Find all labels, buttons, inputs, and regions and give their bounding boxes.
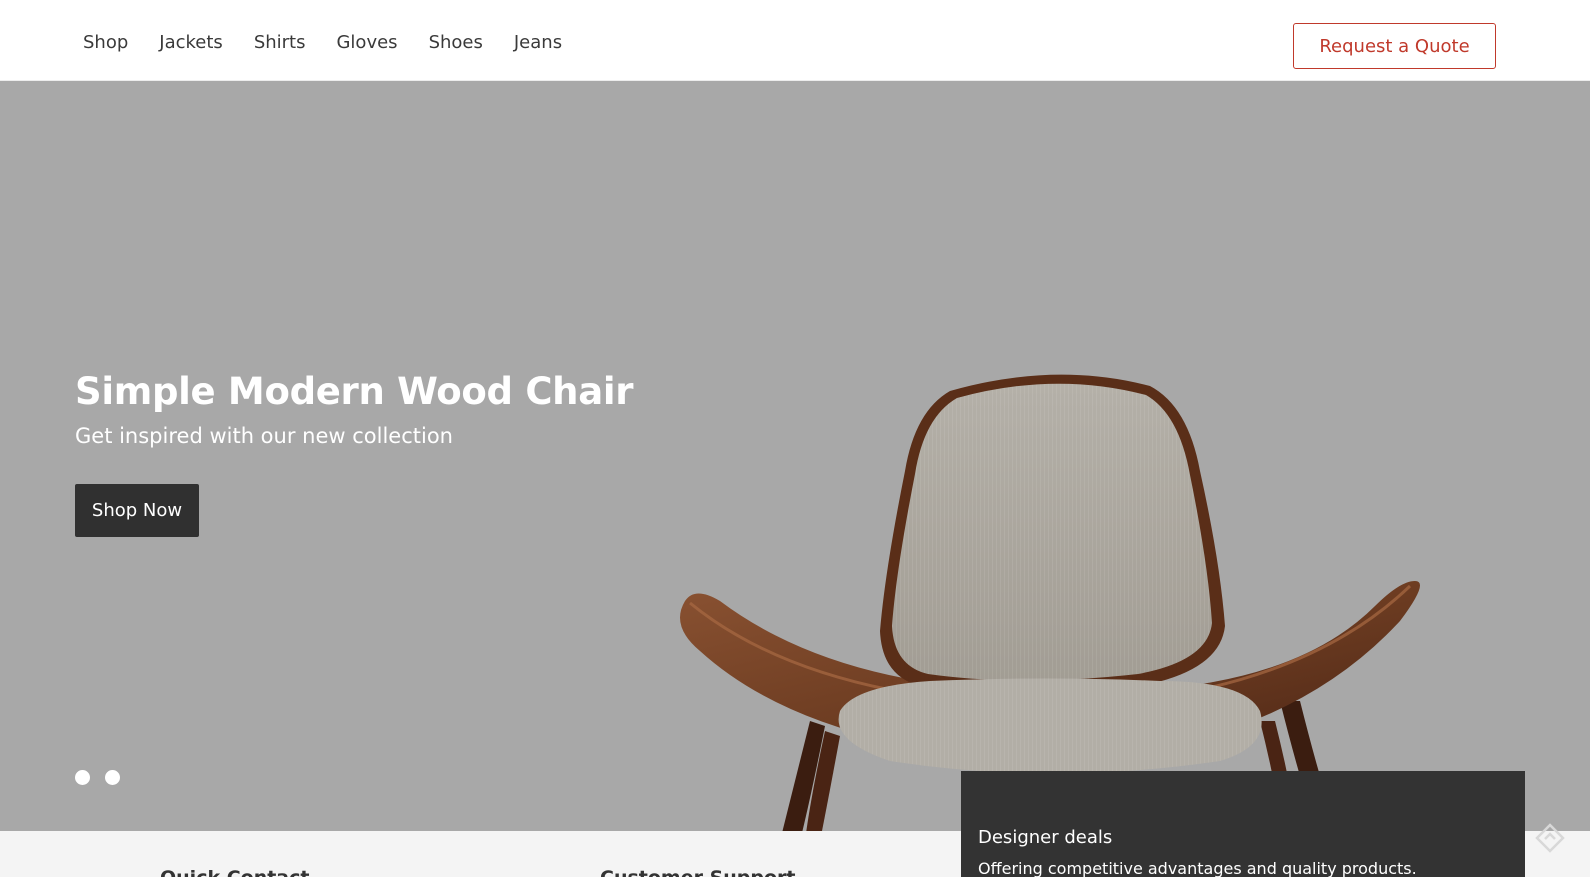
nav-item-shirts[interactable]: Shirts (254, 30, 306, 56)
main-nav: Shop Jackets Shirts Gloves Shoes Jeans (83, 30, 593, 56)
promo-title: Designer deals (978, 827, 1113, 848)
slider-dot-2[interactable] (105, 770, 120, 785)
shop-now-button[interactable]: Shop Now (75, 484, 199, 537)
promo-card: Designer deals Offering competitive adva… (961, 771, 1525, 877)
slider-dot-1[interactable] (75, 770, 90, 785)
hero-subtitle: Get inspired with our new collection (75, 424, 453, 448)
nav-item-jackets[interactable]: Jackets (159, 30, 223, 56)
nav-item-shoes[interactable]: Shoes (429, 30, 483, 56)
chair-image (680, 374, 1420, 831)
footer-heading-customer-support: Customer Support (600, 867, 796, 877)
diamond-arrow-icon[interactable] (1534, 822, 1566, 854)
nav-item-gloves[interactable]: Gloves (336, 30, 397, 56)
request-quote-button[interactable]: Request a Quote (1293, 23, 1496, 69)
nav-item-shop[interactable]: Shop (83, 30, 128, 56)
hero-title: Simple Modern Wood Chair (75, 370, 634, 413)
footer-heading-quick-contact: Quick Contact (160, 867, 309, 877)
nav-item-jeans[interactable]: Jeans (514, 30, 562, 56)
slider-dots (75, 770, 120, 785)
site-header: Shop Jackets Shirts Gloves Shoes Jeans R… (0, 0, 1590, 81)
promo-text: Offering competitive advantages and qual… (978, 859, 1417, 877)
hero-slider: Simple Modern Wood Chair Get inspired wi… (0, 81, 1590, 831)
